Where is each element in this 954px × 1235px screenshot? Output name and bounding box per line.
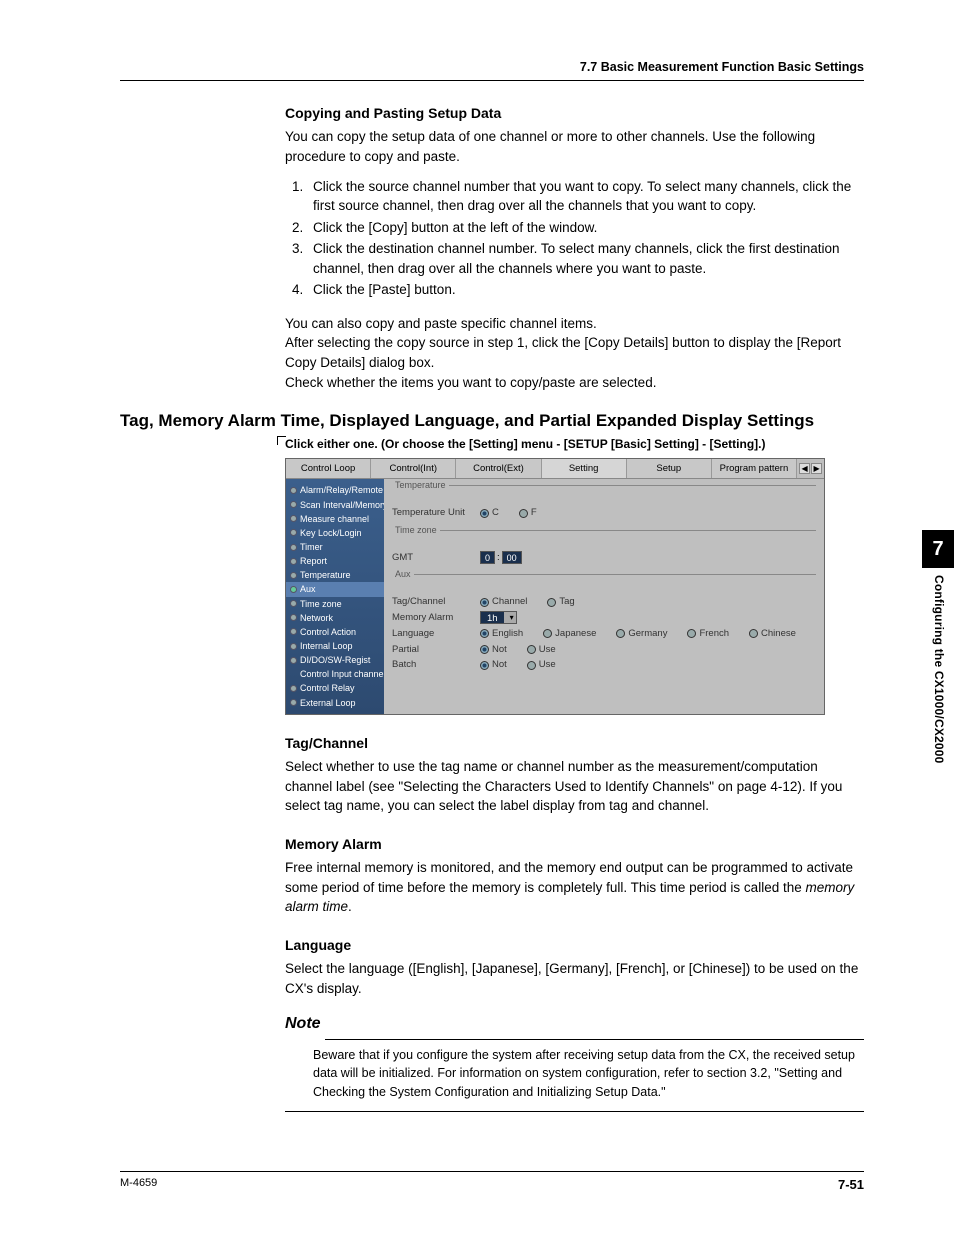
tab-scroll-left-icon[interactable]: ◀ xyxy=(799,463,810,474)
sidebar-item-control-input[interactable]: Control Input channel xyxy=(286,667,384,681)
partial-label: Partial xyxy=(392,643,480,657)
language-label: Language xyxy=(392,627,480,641)
footer-docid: M-4659 xyxy=(120,1176,157,1195)
step-4: Click the [Paste] button. xyxy=(307,280,864,300)
sidebar-item-aux[interactable]: Aux xyxy=(286,582,384,596)
temp-unit-label: Temperature Unit xyxy=(392,506,480,520)
language-body: Select the language ([English], [Japanes… xyxy=(285,959,864,998)
sidebar-item-temperature[interactable]: Temperature xyxy=(286,568,384,582)
lang-opt-japanese[interactable]: Japanese xyxy=(543,627,596,641)
settings-window: Control Loop Control(Int) Control(Ext) S… xyxy=(285,458,825,715)
step-1: Click the source channel number that you… xyxy=(307,177,864,216)
gmt-label: GMT xyxy=(392,551,480,565)
group-aux: Aux Tag/Channel Channel Tag Memory Alarm… xyxy=(392,574,816,678)
sidebar-item-report[interactable]: Report xyxy=(286,554,384,568)
lang-opt-germany[interactable]: Germany xyxy=(616,627,667,641)
memalarm-combo[interactable]: 1h▾ xyxy=(480,611,517,624)
tagchannel-opt-tag[interactable]: Tag xyxy=(547,595,574,609)
batch-opt-use[interactable]: Use xyxy=(527,658,556,672)
group-timezone: Time zone GMT 0:00 xyxy=(392,530,816,571)
tagchannel-label: Tag/Channel xyxy=(392,595,480,609)
copy-paste-steps: Click the source channel number that you… xyxy=(285,177,864,300)
chapter-thumb: 7 xyxy=(922,530,954,568)
batch-label: Batch xyxy=(392,658,480,672)
memory-alarm-body: Free internal memory is monitored, and t… xyxy=(285,858,864,917)
step-2: Click the [Copy] button at the left of t… xyxy=(307,218,864,238)
chevron-down-icon[interactable]: ▾ xyxy=(504,612,516,623)
group-temperature: Temperature Temperature Unit C F xyxy=(392,485,816,526)
tab-strip: Control Loop Control(Int) Control(Ext) S… xyxy=(286,459,824,480)
copy-paste-extra1: You can also copy and paste specific cha… xyxy=(285,314,864,334)
group-title-timezone: Time zone xyxy=(392,525,440,535)
sidebar-item-control-action[interactable]: Control Action xyxy=(286,625,384,639)
temp-opt-c[interactable]: C xyxy=(480,506,499,520)
page-footer: M-4659 7-51 xyxy=(120,1171,864,1195)
main-heading: Tag, Memory Alarm Time, Displayed Langua… xyxy=(120,410,864,432)
sidebar-item-keylock[interactable]: Key Lock/Login xyxy=(286,526,384,540)
note-heading: Note xyxy=(285,1012,864,1035)
group-title-aux: Aux xyxy=(392,569,414,579)
tab-control-loop[interactable]: Control Loop xyxy=(286,459,371,479)
gmt-hour-input[interactable]: 0 xyxy=(480,551,495,564)
memalarm-label: Memory Alarm xyxy=(392,611,480,625)
temp-opt-f[interactable]: F xyxy=(519,506,537,520)
sidebar-item-timer[interactable]: Timer xyxy=(286,540,384,554)
sidebar-item-internal-loop[interactable]: Internal Loop xyxy=(286,639,384,653)
memory-alarm-title: Memory Alarm xyxy=(285,834,864,854)
tab-scroll: ◀ ▶ xyxy=(797,459,824,479)
tab-scroll-right-icon[interactable]: ▶ xyxy=(811,463,822,474)
section-header: 7.7 Basic Measurement Function Basic Set… xyxy=(120,58,864,81)
partial-opt-not[interactable]: Not xyxy=(480,643,507,657)
batch-opt-not[interactable]: Not xyxy=(480,658,507,672)
lang-opt-english[interactable]: English xyxy=(480,627,523,641)
partial-opt-use[interactable]: Use xyxy=(527,643,556,657)
tab-setting[interactable]: Setting xyxy=(542,459,627,479)
sidebar-item-external-loop[interactable]: External Loop xyxy=(286,696,384,710)
sidebar-item-alarm[interactable]: Alarm/Relay/Remote xyxy=(286,483,384,497)
lang-opt-chinese[interactable]: Chinese xyxy=(749,627,796,641)
sidebar-item-scan[interactable]: Scan Interval/Memory xyxy=(286,498,384,512)
tag-channel-body: Select whether to use the tag name or ch… xyxy=(285,757,864,816)
tag-channel-title: Tag/Channel xyxy=(285,733,864,753)
sidebar-item-timezone[interactable]: Time zone xyxy=(286,597,384,611)
copy-paste-extra2: After selecting the copy source in step … xyxy=(285,333,864,372)
callout-text: Click either one. (Or choose the [Settin… xyxy=(285,436,864,453)
settings-panel: Temperature Temperature Unit C F Time zo… xyxy=(384,479,824,713)
group-title-temperature: Temperature xyxy=(392,480,449,490)
lang-opt-french[interactable]: French xyxy=(687,627,729,641)
tab-program-pattern[interactable]: Program pattern xyxy=(712,459,797,479)
copy-paste-title: Copying and Pasting Setup Data xyxy=(285,103,864,123)
sidebar-item-measure[interactable]: Measure channel xyxy=(286,512,384,526)
copy-paste-intro: You can copy the setup data of one chann… xyxy=(285,127,864,166)
footer-page: 7-51 xyxy=(838,1176,864,1195)
tagchannel-opt-channel[interactable]: Channel xyxy=(480,595,527,609)
tab-control-int[interactable]: Control(Int) xyxy=(371,459,456,479)
language-title: Language xyxy=(285,935,864,955)
chapter-thumb-label: Configuring the CX1000/CX2000 xyxy=(930,575,947,764)
tab-control-ext[interactable]: Control(Ext) xyxy=(456,459,541,479)
gmt-min-input[interactable]: 00 xyxy=(502,551,522,564)
note-body: Beware that if you configure the system … xyxy=(313,1046,864,1100)
sidebar-item-dido[interactable]: DI/DO/SW-Regist xyxy=(286,653,384,667)
copy-paste-extra3: Check whether the items you want to copy… xyxy=(285,373,864,393)
sidebar-item-network[interactable]: Network xyxy=(286,611,384,625)
tab-setup[interactable]: Setup xyxy=(627,459,712,479)
step-3: Click the destination channel number. To… xyxy=(307,239,864,278)
sidebar: Alarm/Relay/Remote Scan Interval/Memory … xyxy=(286,479,384,713)
sidebar-item-control-relay[interactable]: Control Relay xyxy=(286,681,384,695)
